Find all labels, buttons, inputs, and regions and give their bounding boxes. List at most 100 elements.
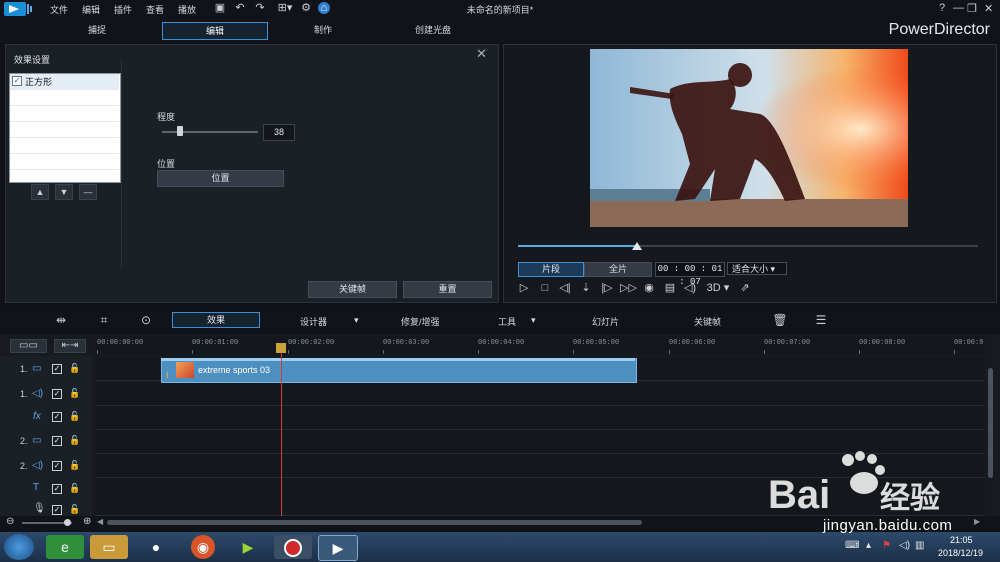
split-marker-icon[interactable]: ⇣ — [579, 281, 593, 295]
scroll-left-icon[interactable]: ◀ — [97, 517, 103, 526]
designer-button[interactable]: 设计器 — [300, 315, 327, 328]
lock-icon[interactable]: 🔓 — [69, 460, 80, 471]
tray-volume-icon[interactable]: ◁) — [899, 540, 910, 551]
lock-icon[interactable]: 🔓 — [69, 388, 80, 399]
camtasia-icon[interactable]: ▶ — [229, 535, 267, 559]
move-up-button[interactable]: ▲ — [31, 184, 49, 200]
subtitle-icon[interactable]: ▤ — [663, 281, 677, 295]
degree-value-input[interactable]: 38 — [263, 124, 295, 141]
zoom-out-icon[interactable]: ⊖ — [6, 516, 14, 527]
menu-file[interactable]: 文件 — [50, 3, 68, 16]
playhead-handle[interactable] — [276, 343, 286, 353]
lock-icon[interactable]: 🔓 — [69, 504, 80, 515]
next-frame-icon[interactable]: |▷ — [600, 281, 614, 295]
zoom-slider-thumb[interactable] — [64, 519, 71, 526]
clock-date[interactable]: 2018/12/19 — [938, 548, 983, 558]
menu-playback[interactable]: 播放 — [178, 3, 196, 16]
chevron-down-icon[interactable]: ▾ — [354, 315, 359, 326]
menu-plugins[interactable]: 插件 — [114, 3, 132, 16]
reset-button[interactable]: 重置 — [403, 281, 492, 298]
menu-view[interactable]: 查看 — [146, 3, 164, 16]
effect-tool-button[interactable]: 效果 — [172, 312, 260, 328]
save-icon[interactable]: ▣ — [214, 2, 226, 14]
lock-icon[interactable]: 🔓 — [69, 435, 80, 446]
redo-icon[interactable]: ↷ — [254, 2, 266, 14]
undo-icon[interactable]: ↶ — [234, 2, 246, 14]
trash-icon[interactable]: 🗑 — [772, 312, 788, 328]
track-enable-checkbox[interactable]: ✓ — [52, 484, 62, 494]
help-icon[interactable]: ? — [939, 2, 945, 14]
track-enable-checkbox[interactable]: ✓ — [52, 461, 62, 471]
previous-frame-icon[interactable]: ◁| — [558, 281, 572, 295]
fast-forward-icon[interactable]: ▷▷ — [620, 281, 637, 295]
track-enable-checkbox[interactable]: ✓ — [52, 412, 62, 422]
tools-button[interactable]: 工具 — [498, 315, 516, 328]
crop-icon[interactable]: ⌗ — [96, 312, 112, 328]
timecode-display[interactable]: 00 : 00 : 01 : 07 — [655, 262, 725, 287]
track-audio-1[interactable] — [95, 382, 985, 406]
track-enable-checkbox[interactable]: ✓ — [52, 389, 62, 399]
zoom-in-icon[interactable]: ⊕ — [83, 516, 91, 527]
lock-icon[interactable]: 🔓 — [69, 483, 80, 494]
remove-effect-button[interactable]: — — [79, 184, 97, 200]
zoom-fit-select[interactable]: 适合大小 ▾ — [727, 262, 787, 275]
move-down-button[interactable]: ▼ — [55, 184, 73, 200]
tab-produce[interactable]: 制作 — [273, 22, 373, 38]
qq-icon[interactable]: ● — [137, 535, 175, 559]
fix-enhance-icon[interactable]: ⊙ — [138, 312, 154, 328]
slideshow-button[interactable]: 幻灯片 — [592, 315, 619, 328]
chevron-down-icon: ▾ — [770, 264, 776, 274]
powerdirector-task-icon[interactable]: ▶ — [318, 535, 358, 561]
tray-expand-icon[interactable]: ▴ — [866, 540, 871, 551]
settings-icon[interactable]: ⚙ — [300, 2, 312, 14]
lock-icon[interactable]: 🔓 — [69, 363, 80, 374]
clip-mode-button[interactable]: 片段 — [518, 262, 584, 277]
close-icon[interactable]: ✕ — [476, 46, 487, 62]
keyframe-tool-button[interactable]: 关键帧 — [694, 315, 721, 328]
chevron-down-icon[interactable]: ▾ — [531, 315, 536, 326]
tab-capture[interactable]: 捕捉 — [47, 22, 147, 38]
stop-icon[interactable]: □ — [538, 281, 552, 295]
3d-mode-button[interactable]: 3D ▾ — [705, 281, 731, 295]
horizontal-scrollbar[interactable] — [107, 520, 642, 525]
lock-icon[interactable]: 🔓 — [69, 411, 80, 422]
movie-mode-button[interactable]: 全片 — [584, 262, 652, 277]
close-icon[interactable]: ✕ — [984, 2, 993, 15]
play-icon[interactable]: ▷ — [517, 281, 531, 295]
track-enable-checkbox[interactable]: ✓ — [52, 364, 62, 374]
repair-enhance-button[interactable]: 修复/增强 — [401, 315, 440, 328]
keyboard-icon[interactable]: ⌨ — [845, 540, 859, 551]
firefox-icon[interactable]: ◉ — [191, 535, 215, 559]
recorder-icon[interactable] — [274, 535, 312, 559]
undock-icon[interactable]: ⇗ — [738, 281, 752, 295]
track-enable-checkbox[interactable]: ✓ — [52, 505, 62, 515]
aspect-ratio-icon[interactable]: ⊞▾ — [274, 2, 296, 14]
position-button[interactable]: 位置 — [157, 170, 284, 187]
fit-timeline-icon[interactable]: ⇤⇥ — [54, 339, 86, 353]
split-icon[interactable]: ⇹ — [53, 312, 69, 328]
edit-list-icon[interactable]: ☰ — [813, 312, 829, 328]
notification-icon[interactable]: ⌂ — [318, 2, 330, 14]
menu-edit[interactable]: 编辑 — [82, 3, 100, 16]
position-label: 位置 — [157, 159, 176, 169]
flag-icon[interactable]: ⚑ — [882, 540, 891, 551]
tab-edit[interactable]: 编辑 — [162, 22, 268, 40]
volume-icon[interactable]: ◁) — [683, 281, 697, 295]
snapshot-icon[interactable]: ◉ — [642, 281, 656, 295]
start-button[interactable] — [4, 534, 34, 560]
tab-create-disc[interactable]: 创建光盘 — [383, 22, 483, 38]
file-explorer-icon[interactable]: ▭ — [90, 535, 128, 559]
track-manager-icon[interactable]: ▭▭ — [10, 339, 47, 353]
vertical-scrollbar[interactable] — [988, 368, 993, 478]
effect-checkbox[interactable]: ✓ — [12, 76, 22, 86]
degree-slider-thumb[interactable] — [177, 126, 183, 136]
preview-scrubber-thumb[interactable] — [632, 242, 642, 250]
restore-icon[interactable]: ❐ — [967, 2, 977, 15]
browser-360-icon[interactable]: e — [46, 535, 84, 559]
minimize-icon[interactable]: — — [953, 2, 964, 14]
playhead[interactable] — [281, 344, 282, 516]
track-enable-checkbox[interactable]: ✓ — [52, 436, 62, 446]
track-fx[interactable] — [95, 406, 985, 430]
network-icon[interactable]: ▥ — [915, 540, 924, 551]
keyframe-button[interactable]: 关键帧 — [308, 281, 397, 298]
